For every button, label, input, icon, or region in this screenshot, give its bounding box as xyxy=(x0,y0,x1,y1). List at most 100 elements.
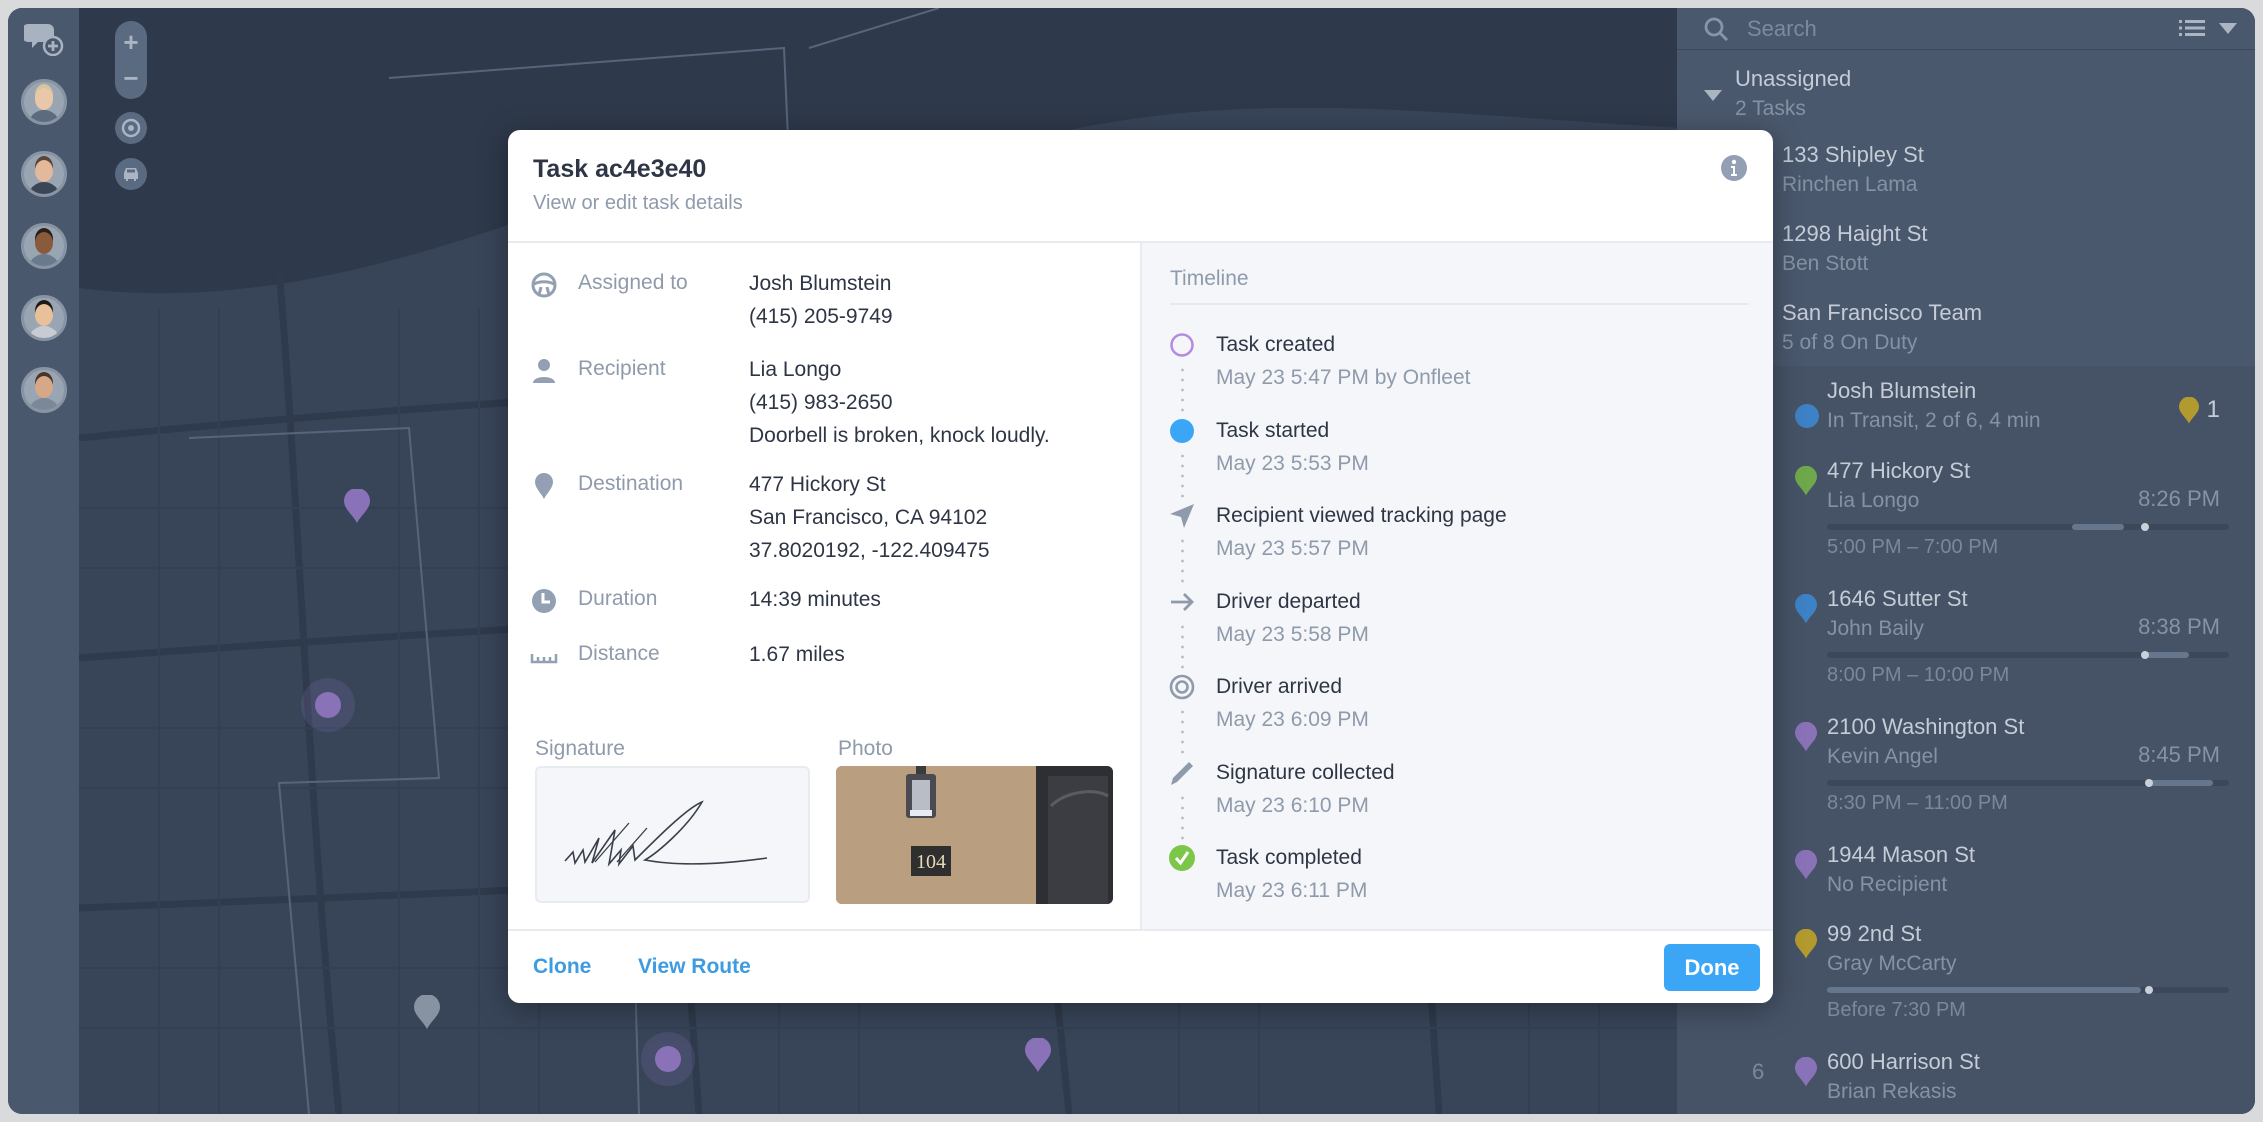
map-pin-purple[interactable] xyxy=(1025,1038,1051,1072)
chat-add-icon[interactable] xyxy=(24,20,64,56)
view-route-button[interactable]: View Route xyxy=(638,955,751,979)
task-time-window: 5:00 PM – 7:00 PM xyxy=(1827,536,1999,558)
modal-header: Task ac4e3e40 View or edit task details xyxy=(508,130,1773,243)
delivery-photo[interactable]: 104 xyxy=(836,766,1113,904)
timeline-event-title: Recipient viewed tracking page xyxy=(1216,504,1507,527)
avatar-face xyxy=(35,232,53,254)
detail-value[interactable]: Doorbell is broken, knock loudly. xyxy=(749,419,1050,452)
target-icon xyxy=(1168,673,1196,701)
badge-count: 1 xyxy=(2206,396,2220,423)
steering-wheel-icon xyxy=(530,271,558,299)
zoom-out-button[interactable]: − xyxy=(123,60,138,96)
time-window-bar xyxy=(1827,523,2229,531)
driver-name: Josh Blumstein xyxy=(1827,378,1977,403)
task-details-modal: Task ac4e3e40 View or edit task details … xyxy=(508,130,1773,1003)
timeline-connector xyxy=(1181,365,1184,415)
clock-icon xyxy=(530,587,558,615)
map-pin-gray[interactable] xyxy=(414,995,440,1029)
modal-subtitle: View or edit task details xyxy=(533,192,743,214)
signature-image[interactable] xyxy=(535,766,810,903)
driver-avatar[interactable] xyxy=(21,367,67,413)
timeline-event-title: Task created xyxy=(1216,333,1336,356)
vehicle-filter-button[interactable] xyxy=(115,158,147,190)
pen-icon xyxy=(1168,759,1196,787)
unassigned-group[interactable]: Unassigned 2 Tasks xyxy=(1677,60,2255,128)
driver-sidebar xyxy=(8,8,79,1114)
driver-avatar[interactable] xyxy=(21,79,67,125)
arrow-right-icon xyxy=(1168,588,1196,616)
detail-value: San Francisco, CA 94102 xyxy=(749,506,988,529)
detail-label: Duration xyxy=(578,587,658,610)
detail-value[interactable]: Lia Longo xyxy=(749,353,1050,386)
task-time-window: 8:00 PM – 10:00 PM xyxy=(1827,664,2010,686)
group-title: Unassigned xyxy=(1735,66,1852,91)
task-pin-icon xyxy=(1795,929,1817,959)
detail-value: 37.8020192, -122.409475 xyxy=(749,539,990,562)
map-driver-marker[interactable] xyxy=(641,1032,695,1086)
driver-avatar[interactable] xyxy=(21,223,67,269)
task-recipient: Gray McCarty xyxy=(1827,952,1957,975)
target-icon xyxy=(121,118,141,138)
timeline-event-time: May 23 5:58 PM xyxy=(1216,622,1369,646)
detail-value[interactable]: Josh Blumstein xyxy=(749,267,893,300)
task-pin-icon xyxy=(1795,850,1817,880)
clone-button[interactable]: Clone xyxy=(533,955,591,979)
signature-drawing xyxy=(564,800,768,867)
time-window-bar xyxy=(1827,986,2229,994)
detail-values: 1.67 miles xyxy=(749,638,845,671)
collapse-caret-icon[interactable] xyxy=(1704,90,1722,101)
person-icon xyxy=(530,357,558,385)
task-address: 99 2nd St xyxy=(1827,921,1922,946)
driver-status-dot xyxy=(1795,404,1819,428)
task-eta: 8:38 PM xyxy=(2138,614,2220,639)
search-icon xyxy=(1704,17,1728,41)
timeline-event-title: Driver departed xyxy=(1216,589,1361,613)
detail-value[interactable]: (415) 205-9749 xyxy=(749,300,893,333)
photo-content: 104 xyxy=(836,766,1113,904)
map-pin-purple[interactable] xyxy=(344,489,370,523)
task-recipient: No Recipient xyxy=(1827,873,1948,896)
locate-button[interactable] xyxy=(115,112,147,144)
timeline-connector xyxy=(1181,707,1184,757)
filter-dropdown-icon[interactable] xyxy=(2219,23,2237,34)
team-status: 5 of 8 On Duty xyxy=(1782,331,1918,354)
avatar-face xyxy=(35,376,53,398)
circle-outline-icon xyxy=(1168,331,1196,359)
task-details-column: Assigned to Josh Blumstein (415) 205-9749 R… xyxy=(508,243,1140,929)
task-address: 133 Shipley St xyxy=(1782,142,1924,167)
list-view-icon[interactable] xyxy=(2179,18,2205,38)
task-recipient: Kevin Angel xyxy=(1827,745,1938,768)
detail-values: 14:39 minutes xyxy=(749,583,881,616)
timeline-divider xyxy=(1170,303,1748,305)
search-input[interactable] xyxy=(1747,12,2127,46)
eta-marker xyxy=(2144,779,2153,787)
detail-label: Assigned to xyxy=(578,271,688,294)
task-pin-icon xyxy=(1795,466,1817,496)
task-recipient: John Baily xyxy=(1827,617,1924,640)
task-eta: 8:26 PM xyxy=(2138,486,2220,511)
time-window-bar xyxy=(1827,651,2229,659)
timeline-event-time: May 23 5:47 PM by Onfleet xyxy=(1216,366,1471,389)
driver-avatar[interactable] xyxy=(21,151,67,197)
eta-marker xyxy=(2140,651,2149,659)
task-address: 477 Hickory St xyxy=(1827,458,1971,483)
timeline-connector xyxy=(1181,621,1184,672)
time-window-bar xyxy=(1827,779,2229,787)
driver-avatar[interactable] xyxy=(21,295,67,341)
task-address: 600 Harrison St xyxy=(1827,1049,1980,1074)
zoom-in-button[interactable]: + xyxy=(123,24,138,60)
timeline-connector xyxy=(1181,536,1184,586)
task-pin-icon xyxy=(1795,722,1817,752)
detail-value[interactable]: (415) 983-2650 xyxy=(749,386,1050,419)
done-button[interactable]: Done xyxy=(1664,944,1760,991)
avatar-body xyxy=(28,182,60,194)
time-window-range xyxy=(1827,987,2141,993)
check-circle-icon xyxy=(1168,844,1196,872)
team-name: San Francisco Team xyxy=(1782,300,1983,325)
detail-values: Josh Blumstein (415) 205-9749 xyxy=(749,267,893,333)
task-pin-icon xyxy=(1795,594,1817,624)
info-icon[interactable] xyxy=(1720,154,1748,182)
car-icon xyxy=(124,168,138,181)
map-driver-marker[interactable] xyxy=(301,678,355,732)
route-task[interactable]: 600 Harrison St Brian Rekasis 6 xyxy=(1677,1047,2255,1114)
